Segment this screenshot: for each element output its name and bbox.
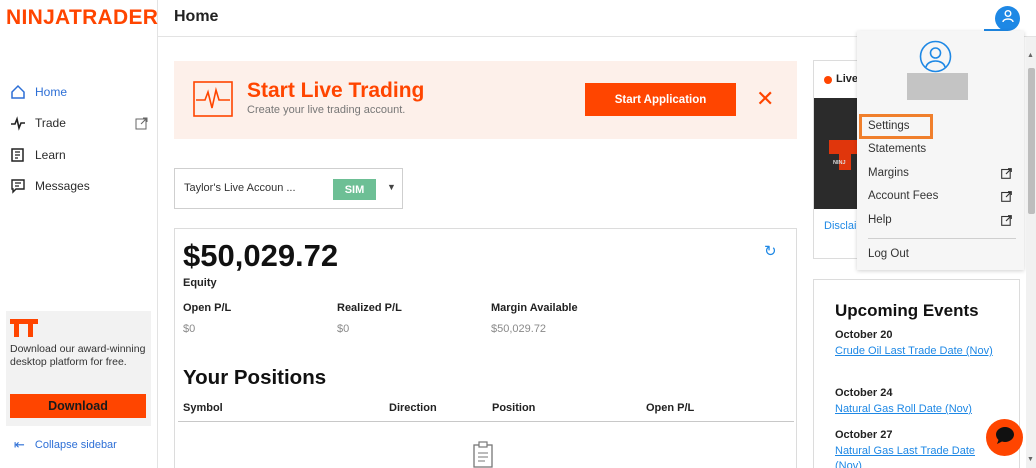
account-summary-card: $50,029.72 Equity ↻ Open P/L $0 Realized… <box>174 228 797 468</box>
margin-available-value: $50,029.72 <box>491 323 547 335</box>
open-pl-label: Open P/L <box>183 302 232 314</box>
close-icon[interactable]: ✕ <box>756 88 774 110</box>
pulse-icon <box>9 114 27 132</box>
column-header-direction[interactable]: Direction <box>389 402 437 414</box>
sidebar-item-label: Learn <box>35 147 66 162</box>
menu-item-margins[interactable]: Margins <box>868 167 1016 179</box>
sidebar-item-label: Home <box>35 84 68 99</box>
event-link[interactable]: Natural Gas Roll Date (Nov) <box>835 402 995 417</box>
account-name: Taylor's Live Accoun ... <box>184 182 296 194</box>
scroll-up-icon[interactable]: ▲ <box>1027 52 1034 59</box>
page-title: Home <box>174 8 219 25</box>
banner-subtitle: Create your live trading account. <box>247 104 406 116</box>
events-title: Upcoming Events <box>835 301 979 320</box>
realized-pl-label: Realized P/L <box>337 302 402 314</box>
equity-label: Equity <box>183 277 217 289</box>
live-card: Live NINJ Disclai <box>813 60 863 259</box>
column-header-position[interactable]: Position <box>492 402 535 414</box>
avatar-icon <box>919 40 952 73</box>
menu-item-label: Log Out <box>868 248 909 260</box>
scrollbar-thumb[interactable] <box>1028 68 1035 214</box>
menu-item-statements[interactable]: Statements <box>868 143 1016 155</box>
collapse-label: Collapse sidebar <box>34 439 117 451</box>
user-dropdown-menu: Settings Statements Margins Account Fees… <box>857 31 1024 270</box>
table-divider <box>178 421 794 422</box>
sidebar-item-learn[interactable]: Learn <box>0 139 158 171</box>
user-name-placeholder <box>907 73 968 100</box>
menu-item-account-fees[interactable]: Account Fees <box>868 190 1016 202</box>
equity-value: $50,029.72 <box>183 238 339 273</box>
positions-title: Your Positions <box>183 366 327 389</box>
live-label: Live <box>836 73 859 85</box>
external-link-icon <box>1001 191 1012 202</box>
event-date: October 27 <box>835 429 893 441</box>
message-icon <box>9 177 27 195</box>
sidebar-item-label: Trade <box>35 116 66 131</box>
sidebar-nav: Home Trade Learn Messages <box>0 76 158 202</box>
heartbeat-icon <box>192 80 234 118</box>
chat-button[interactable] <box>986 419 1023 456</box>
disclaimer-link[interactable]: Disclai <box>824 220 856 232</box>
home-icon <box>9 83 27 101</box>
event-date: October 20 <box>835 329 893 341</box>
thumbnail-brand-icon: NINJ <box>833 160 846 166</box>
menu-item-label: Margins <box>868 167 909 179</box>
sidebar-item-label: Messages <box>35 179 90 194</box>
realized-pl-value: $0 <box>337 323 350 335</box>
menu-item-settings[interactable]: Settings <box>868 120 1016 132</box>
banner-title: Start Live Trading <box>247 79 425 102</box>
external-link-icon <box>135 117 148 130</box>
book-icon <box>9 146 27 164</box>
live-video-thumbnail[interactable]: NINJ <box>814 98 862 209</box>
menu-divider <box>868 238 1016 239</box>
menu-item-label: Account Fees <box>868 190 939 202</box>
sidebar-item-trade[interactable]: Trade <box>0 108 158 140</box>
download-button[interactable]: Download <box>10 394 146 418</box>
sidebar: NINJATRADER Home Trade Learn Messages Do… <box>0 0 158 468</box>
sim-badge: SIM <box>333 179 376 200</box>
column-header-open-pl[interactable]: Open P/L <box>646 402 694 414</box>
chevron-down-icon: ▼ <box>387 182 396 192</box>
ninjatrader-logo[interactable]: NINJATRADER <box>6 6 158 30</box>
open-pl-value: $0 <box>183 323 196 335</box>
column-header-symbol[interactable]: Symbol <box>183 402 223 414</box>
margin-available-label: Margin Available <box>491 302 578 314</box>
user-menu-button[interactable] <box>995 6 1020 31</box>
menu-item-label: Statements <box>868 143 927 155</box>
start-live-trading-banner: Start Live Trading Create your live trad… <box>174 61 797 139</box>
external-link-icon <box>1001 168 1012 179</box>
nt-logo-icon <box>10 319 38 337</box>
sidebar-item-messages[interactable]: Messages <box>0 171 158 203</box>
download-promo: Download our award-winning desktop platf… <box>6 311 151 426</box>
promo-text: Download our award-winning desktop platf… <box>10 343 146 368</box>
refresh-icon[interactable]: ↻ <box>764 242 777 260</box>
event-link[interactable]: Crude Oil Last Trade Date (Nov) <box>835 344 995 359</box>
chat-bubble-icon <box>995 426 1015 450</box>
user-icon <box>1001 9 1015 28</box>
collapse-arrow-icon: ⇤ <box>14 437 25 452</box>
collapse-sidebar-button[interactable]: ⇤ Collapse sidebar <box>14 437 117 453</box>
event-date: October 24 <box>835 387 893 399</box>
clipboard-icon <box>472 441 494 468</box>
menu-item-label: Settings <box>868 120 910 132</box>
external-link-icon <box>1001 215 1012 226</box>
menu-item-help[interactable]: Help <box>868 214 1016 226</box>
scroll-down-icon[interactable]: ▼ <box>1027 456 1034 463</box>
account-select[interactable]: Taylor's Live Accoun ... SIM ▼ <box>174 168 403 209</box>
menu-item-log-out[interactable]: Log Out <box>868 248 1016 260</box>
live-indicator-icon <box>824 76 832 84</box>
sidebar-item-home[interactable]: Home <box>0 76 158 108</box>
menu-item-label: Help <box>868 214 892 226</box>
start-application-button[interactable]: Start Application <box>585 83 736 116</box>
event-link[interactable]: Natural Gas Last Trade Date (Nov) <box>835 444 995 468</box>
